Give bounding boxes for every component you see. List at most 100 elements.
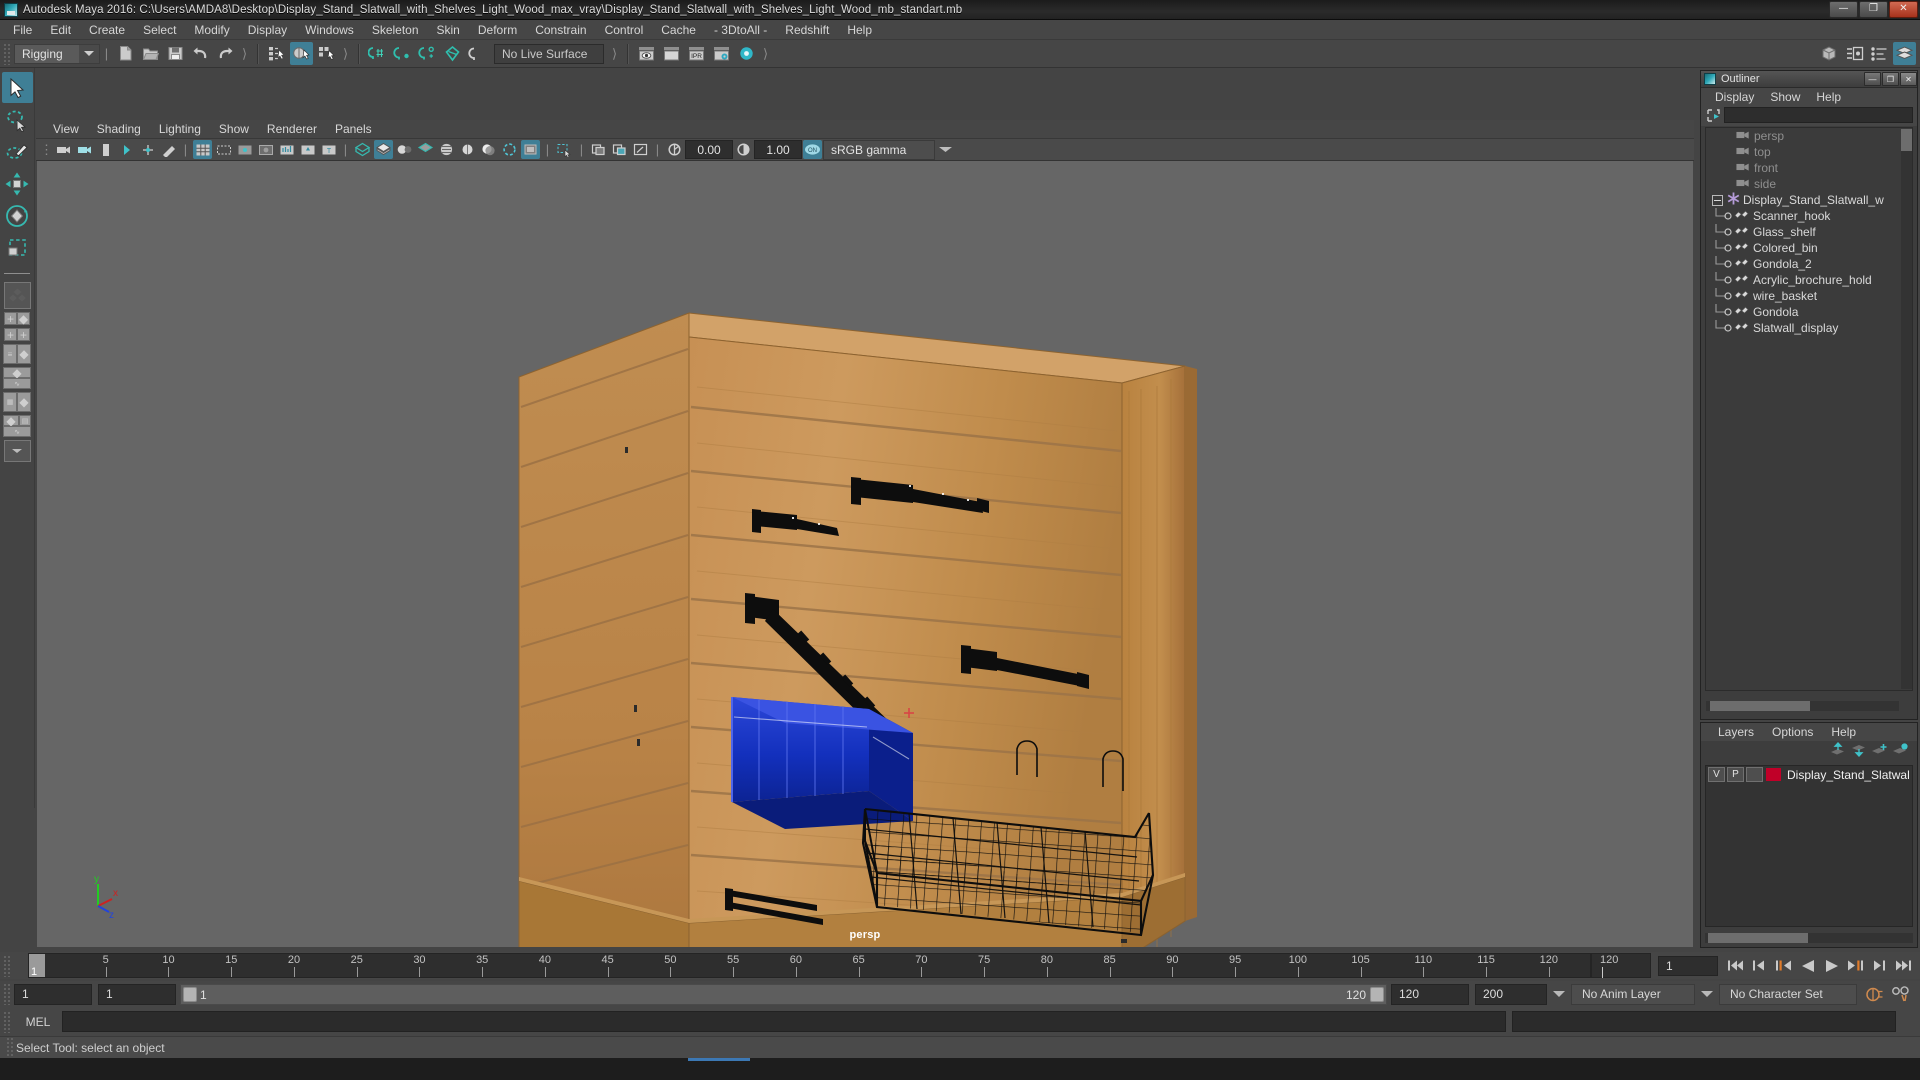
animation-start-time-field[interactable]: 1 [14, 983, 92, 1005]
animation-end-time-field[interactable]: 200 [1475, 983, 1547, 1005]
layer-shading-toggle[interactable] [1746, 767, 1763, 782]
outliner-horizontal-scrollbar[interactable] [1706, 701, 1899, 711]
undo-icon[interactable] [189, 42, 212, 65]
playback-end-time-field[interactable]: 120 [1391, 983, 1469, 1005]
show-hide-tool-settings-icon[interactable] [1868, 42, 1891, 65]
outliner-menu-display[interactable]: Display [1707, 89, 1762, 105]
outliner-item-slatwall_display[interactable]: Slatwall_display [1706, 320, 1912, 336]
four-view-layout-button[interactable]: + ◆ [4, 312, 30, 326]
auto-key-icon[interactable] [1864, 984, 1885, 1005]
menu-item-skin[interactable]: Skin [428, 21, 469, 39]
menu-item-modify[interactable]: Modify [185, 21, 238, 39]
menu-item-redshift[interactable]: Redshift [776, 21, 838, 39]
lasso-select-tool-button[interactable] [2, 104, 33, 135]
current-time-indicator[interactable]: 1 [29, 954, 45, 977]
resolution-gate-icon[interactable] [235, 140, 254, 159]
outliner-item-persp[interactable]: persp [1706, 128, 1912, 144]
show-grid-icon[interactable] [193, 140, 212, 159]
select-tool-button[interactable] [1, 72, 33, 103]
command-language-label[interactable]: MEL [14, 1015, 62, 1029]
redo-icon[interactable] [214, 42, 237, 65]
range-start-handle[interactable] [183, 986, 197, 1002]
layer-menu-help[interactable]: Help [1822, 724, 1865, 740]
exposure-icon[interactable] [665, 140, 684, 159]
layer-color-swatch[interactable] [1765, 767, 1782, 782]
save-scene-icon[interactable] [164, 42, 187, 65]
command-line-grip[interactable] [3, 1010, 11, 1033]
menu-item-windows[interactable]: Windows [296, 21, 363, 39]
layer-playback-toggle[interactable]: P [1727, 767, 1744, 782]
playback-start-time-field[interactable]: 1 [98, 983, 176, 1005]
play-forwards-icon[interactable] [1821, 955, 1842, 976]
move-layer-up-icon[interactable] [1829, 742, 1846, 760]
step-back-key-icon[interactable] [1773, 955, 1794, 976]
outliner-item-gondola[interactable]: Gondola [1706, 304, 1912, 320]
outliner-persp-layout-button[interactable]: ≡ ◆ [3, 344, 31, 364]
outliner-item-scanner_hook[interactable]: Scanner_hook [1706, 208, 1912, 224]
scrollbar-thumb[interactable] [1708, 933, 1808, 943]
menu-item-cache[interactable]: Cache [652, 21, 705, 39]
xray-icon[interactable] [589, 140, 608, 159]
gamma-field[interactable]: 1.00 [754, 140, 802, 159]
menu-item-3dtoall[interactable]: - 3DtoAll - [705, 21, 776, 39]
layer-horizontal-scrollbar[interactable] [1705, 933, 1913, 943]
minimize-button[interactable]: — [1829, 0, 1858, 18]
field-chart-icon[interactable] [277, 140, 296, 159]
animation-preferences-icon[interactable] [1889, 984, 1910, 1005]
film-gate-icon[interactable] [214, 140, 233, 159]
safe-title-icon[interactable]: T [319, 140, 338, 159]
scale-tool-button[interactable] [2, 232, 33, 263]
single-perspective-layout-button[interactable] [3, 282, 31, 309]
hypershade-persp-layout-button[interactable]: ▦ ◆ [3, 392, 31, 412]
menu-item-skeleton[interactable]: Skeleton [363, 21, 428, 39]
rotate-tool-button[interactable] [2, 200, 33, 231]
expand-collapse-toggle[interactable] [1712, 194, 1723, 206]
step-forward-frame-icon[interactable] [1869, 955, 1890, 976]
shaded-wireframe-icon[interactable] [416, 140, 435, 159]
viewport-menu-shading[interactable]: Shading [88, 121, 150, 138]
command-input[interactable] [62, 1011, 1506, 1032]
menu-item-edit[interactable]: Edit [41, 21, 80, 39]
menu-item-select[interactable]: Select [134, 21, 185, 39]
outliner-menu-help[interactable]: Help [1808, 89, 1849, 105]
hypershade-icon[interactable] [735, 42, 758, 65]
outliner-item-display_stand_slatwall_w[interactable]: Display_Stand_Slatwall_w [1706, 192, 1912, 208]
chevron-down-icon[interactable] [936, 140, 955, 159]
safe-action-icon[interactable] [298, 140, 317, 159]
xray-active-components-icon[interactable] [631, 140, 650, 159]
show-hide-modeling-toolkit-icon[interactable] [1818, 42, 1841, 65]
character-set-selector[interactable]: No Character Set [1719, 983, 1857, 1005]
layer-visibility-toggle[interactable]: V [1708, 767, 1725, 782]
menu-item-file[interactable]: File [4, 21, 41, 39]
outliner-minimize-button[interactable]: — [1864, 72, 1881, 86]
viewport-menu-view[interactable]: View [44, 121, 88, 138]
outliner-tree[interactable]: persp top front side Display_Stand_Slatwall_… [1705, 127, 1913, 691]
menu-item-help[interactable]: Help [838, 21, 881, 39]
ipr-render-icon[interactable]: IPR [685, 42, 708, 65]
menu-item-constrain[interactable]: Constrain [526, 21, 595, 39]
toolbar-grip[interactable] [3, 42, 11, 65]
image-plane-icon[interactable] [117, 140, 136, 159]
current-frame-field[interactable]: 1 [1658, 955, 1718, 976]
color-profile-selector[interactable]: sRGB gamma [823, 139, 935, 160]
time-slider-grip[interactable] [3, 954, 11, 977]
persp-graph-layout-button[interactable]: ◆ ∿ [3, 366, 31, 389]
grease-pencil-icon[interactable] [159, 140, 178, 159]
select-by-component-icon[interactable] [315, 42, 338, 65]
display-layer-row[interactable]: V P Display_Stand_Slatwal [1706, 766, 1912, 783]
step-forward-key-icon[interactable] [1845, 955, 1866, 976]
time-slider-track[interactable]: 1 5 10 15 20 25 30 35 40 45 50 55 60 65 70 75 80 85 90 95 1… [28, 953, 1591, 978]
two-d-pan-zoom-icon[interactable] [138, 140, 157, 159]
maximize-button[interactable]: ❐ [1859, 0, 1888, 18]
show-hide-attribute-editor-icon[interactable] [1843, 42, 1866, 65]
screen-space-ao-icon[interactable] [500, 140, 519, 159]
select-by-hierarchy-icon[interactable] [265, 42, 288, 65]
isolate-select-icon[interactable] [555, 140, 574, 159]
outliner-item-gondola_2[interactable]: Gondola_2 [1706, 256, 1912, 272]
new-scene-icon[interactable] [114, 42, 137, 65]
menu-item-control[interactable]: Control [596, 21, 653, 39]
menu-item-display[interactable]: Display [239, 21, 296, 39]
scrollbar-thumb[interactable] [1710, 701, 1810, 711]
layer-menu-options[interactable]: Options [1763, 724, 1822, 740]
snap-to-point-icon[interactable] [416, 42, 439, 65]
